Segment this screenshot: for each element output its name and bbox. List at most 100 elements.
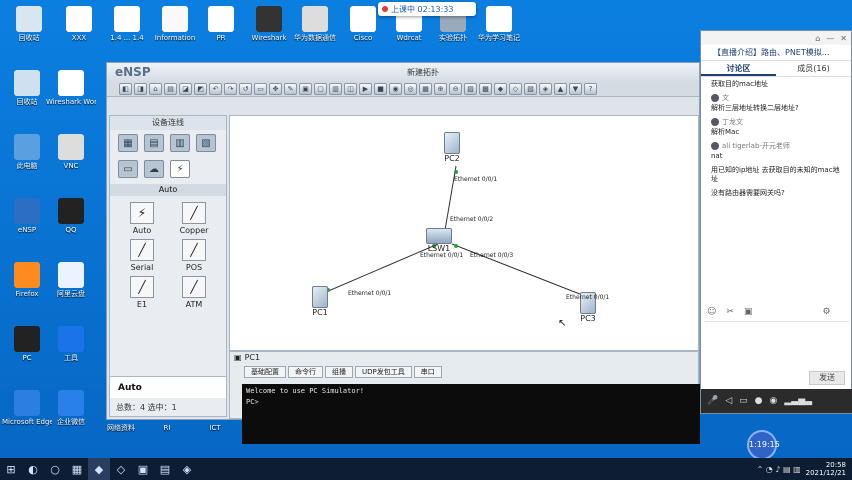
- desktop-icon[interactable]: Information: [150, 6, 200, 42]
- desktop-icon[interactable]: 华为学习笔记: [474, 6, 524, 42]
- node-pc1[interactable]: PC1: [312, 286, 328, 317]
- cable-option[interactable]: ╱ E1: [116, 276, 168, 309]
- firewall-category-icon[interactable]: ▧: [196, 134, 216, 152]
- start-button-icon[interactable]: ⊞: [0, 458, 22, 480]
- toolbar-button-icon[interactable]: ◆: [494, 82, 507, 95]
- desktop-icon[interactable]: 1.4 ... 1.4: [102, 6, 152, 42]
- toolbar-button-icon[interactable]: ▲: [554, 82, 567, 95]
- desktop-icon[interactable]: QQ: [46, 198, 96, 234]
- emoji-icon[interactable]: ☺: [707, 307, 716, 317]
- desktop-icon[interactable]: PR: [196, 6, 246, 42]
- desktop-icon[interactable]: ICT: [190, 424, 240, 432]
- toolbar-button-icon[interactable]: ◇: [509, 82, 522, 95]
- screen-icon[interactable]: ▭: [739, 396, 748, 406]
- tray-icons[interactable]: ⌃ ◔ ♪ ▤ ▥: [757, 465, 801, 474]
- toolbar-button-icon[interactable]: ⌂: [149, 82, 162, 95]
- pc-category-icon[interactable]: ▭: [118, 160, 138, 178]
- speaker-icon[interactable]: ◁: [725, 396, 732, 406]
- desktop-icon[interactable]: 网络资料: [96, 424, 146, 432]
- cable-option[interactable]: ╱ Copper: [168, 202, 220, 235]
- desktop-icon[interactable]: 阿里云盘: [46, 262, 96, 298]
- chat-panel[interactable]: ⌂ — ✕ 【直播介绍】路由、PNET模拟... 讨论区 成员(16) 获取目的…: [700, 30, 852, 414]
- node-pc2[interactable]: PC2: [444, 132, 460, 163]
- tab-members[interactable]: 成员(16): [776, 61, 851, 76]
- toolbar-button-icon[interactable]: ◪: [179, 82, 192, 95]
- toolbar-button-icon[interactable]: ▩: [479, 82, 492, 95]
- cable-option[interactable]: ╱ Serial: [116, 239, 168, 272]
- toolbar-button-icon[interactable]: ◨: [134, 82, 147, 95]
- toolbar-button-icon[interactable]: ■: [374, 82, 387, 95]
- app-icon[interactable]: ▣: [132, 458, 154, 480]
- toolbar-button-icon[interactable]: ◎: [404, 82, 417, 95]
- desktop-icon[interactable]: eNSP: [2, 198, 52, 234]
- cable-option[interactable]: ⚡ Auto: [116, 202, 168, 235]
- minimize-icon[interactable]: —: [826, 34, 834, 43]
- toolbar-button-icon[interactable]: ◉: [389, 82, 402, 95]
- toolbar-button-icon[interactable]: ↺: [239, 82, 252, 95]
- cable-option[interactable]: ╱ ATM: [168, 276, 220, 309]
- pc-tab[interactable]: 串口: [413, 366, 442, 378]
- toolbar-button-icon[interactable]: ⊕: [434, 82, 447, 95]
- edge-icon[interactable]: ◐: [22, 458, 44, 480]
- toolbar-button-icon[interactable]: ▤: [164, 82, 177, 95]
- toolbar-button-icon[interactable]: ▨: [464, 82, 477, 95]
- desktop-icon[interactable]: 回收站: [4, 6, 54, 42]
- cable-category-icon[interactable]: ⚡: [170, 160, 190, 178]
- ensp-titlebar[interactable]: eNSP 新建拓扑: [107, 63, 699, 81]
- desktop-icon[interactable]: 回收站: [2, 70, 52, 106]
- search-icon[interactable]: ○: [44, 458, 66, 480]
- pc-terminal[interactable]: Welcome to use PC Simulator! PC>: [242, 384, 700, 444]
- cloud-category-icon[interactable]: ☁: [144, 160, 164, 178]
- toolbar-button-icon[interactable]: ◫: [344, 82, 357, 95]
- app-icon[interactable]: ◈: [176, 458, 198, 480]
- cable-option[interactable]: ╱ POS: [168, 239, 220, 272]
- desktop-icon[interactable]: Wireshark Workstation: [46, 70, 96, 106]
- ensp-window[interactable]: eNSP 新建拓扑 ◧ ◨ ⌂ ▤ ◪ ◩ ↶ ↷ ↺ ▭ ✥ ✎ ▣ ▢ ▥ ◫ ▶ ■ ◉ ◎ ▦ ⊕ ⊖ ▨ ▩ ◆ ◇ ▧ ◈ ▲…: [106, 62, 700, 420]
- settings-icon[interactable]: ⚙: [822, 307, 830, 317]
- desktop-icon[interactable]: ★ XXX: [54, 6, 104, 42]
- desktop-icon[interactable]: Microsoft Edge: [2, 390, 52, 426]
- toolbar-button-icon[interactable]: ▧: [524, 82, 537, 95]
- pc-tab[interactable]: 命令行: [288, 366, 323, 378]
- pc-tab[interactable]: 基础配置: [244, 366, 286, 378]
- topology-canvas[interactable]: PC2 LSW1 PC1 PC3 Ethernet 0/0/1 Ethernet…: [229, 115, 699, 351]
- desktop-icon[interactable]: 此电脑: [2, 134, 52, 170]
- recording-indicator[interactable]: 上课中 02:13:33: [378, 2, 476, 16]
- toolbar-button-icon[interactable]: ↷: [224, 82, 237, 95]
- tab-discussion[interactable]: 讨论区: [701, 61, 776, 76]
- toolbar-button-icon[interactable]: ▼: [569, 82, 582, 95]
- desktop-icon[interactable]: Firefox: [2, 262, 52, 298]
- image-icon[interactable]: ▣: [744, 307, 753, 317]
- toolbar-button-icon[interactable]: ▦: [419, 82, 432, 95]
- app-icon[interactable]: ◇: [110, 458, 132, 480]
- toolbar-button-icon[interactable]: ◩: [194, 82, 207, 95]
- chat-input[interactable]: [705, 321, 849, 377]
- mic-icon[interactable]: 🎤: [707, 396, 718, 406]
- folder-icon[interactable]: ▤: [154, 458, 176, 480]
- toolbar-button-icon[interactable]: ⊖: [449, 82, 462, 95]
- scissors-icon[interactable]: ✂: [726, 307, 734, 317]
- toolbar-button-icon[interactable]: ↶: [209, 82, 222, 95]
- toolbar-button-icon[interactable]: ?: [584, 82, 597, 95]
- switch-category-icon[interactable]: ▤: [144, 134, 164, 152]
- task-view-icon[interactable]: ▦: [66, 458, 88, 480]
- close-icon[interactable]: ✕: [840, 34, 847, 43]
- desktop-icon[interactable]: Wireshark: [244, 6, 294, 42]
- desktop-icon[interactable]: 华为数据通信: [290, 6, 340, 42]
- pc-tab[interactable]: 组播: [325, 366, 353, 378]
- toolbar-button-icon[interactable]: ✎: [284, 82, 297, 95]
- desktop-icon[interactable]: VNC: [46, 134, 96, 170]
- desktop-icon[interactable]: PC: [2, 326, 52, 362]
- app-icon[interactable]: ◆: [88, 458, 110, 480]
- pin-icon[interactable]: ⌂: [815, 34, 820, 43]
- wlan-category-icon[interactable]: ▥: [170, 134, 190, 152]
- toolbar-button-icon[interactable]: ▥: [329, 82, 342, 95]
- send-button[interactable]: 发送: [809, 371, 845, 385]
- pc-tab[interactable]: UDP发包工具: [355, 366, 412, 378]
- desktop-icon[interactable]: 工具: [46, 326, 96, 362]
- toolbar-button-icon[interactable]: ▣: [299, 82, 312, 95]
- desktop-icon[interactable]: RI: [142, 424, 192, 432]
- toolbar-button-icon[interactable]: ✥: [269, 82, 282, 95]
- toolbar-button-icon[interactable]: ▭: [254, 82, 267, 95]
- toolbar-button-icon[interactable]: ◧: [119, 82, 132, 95]
